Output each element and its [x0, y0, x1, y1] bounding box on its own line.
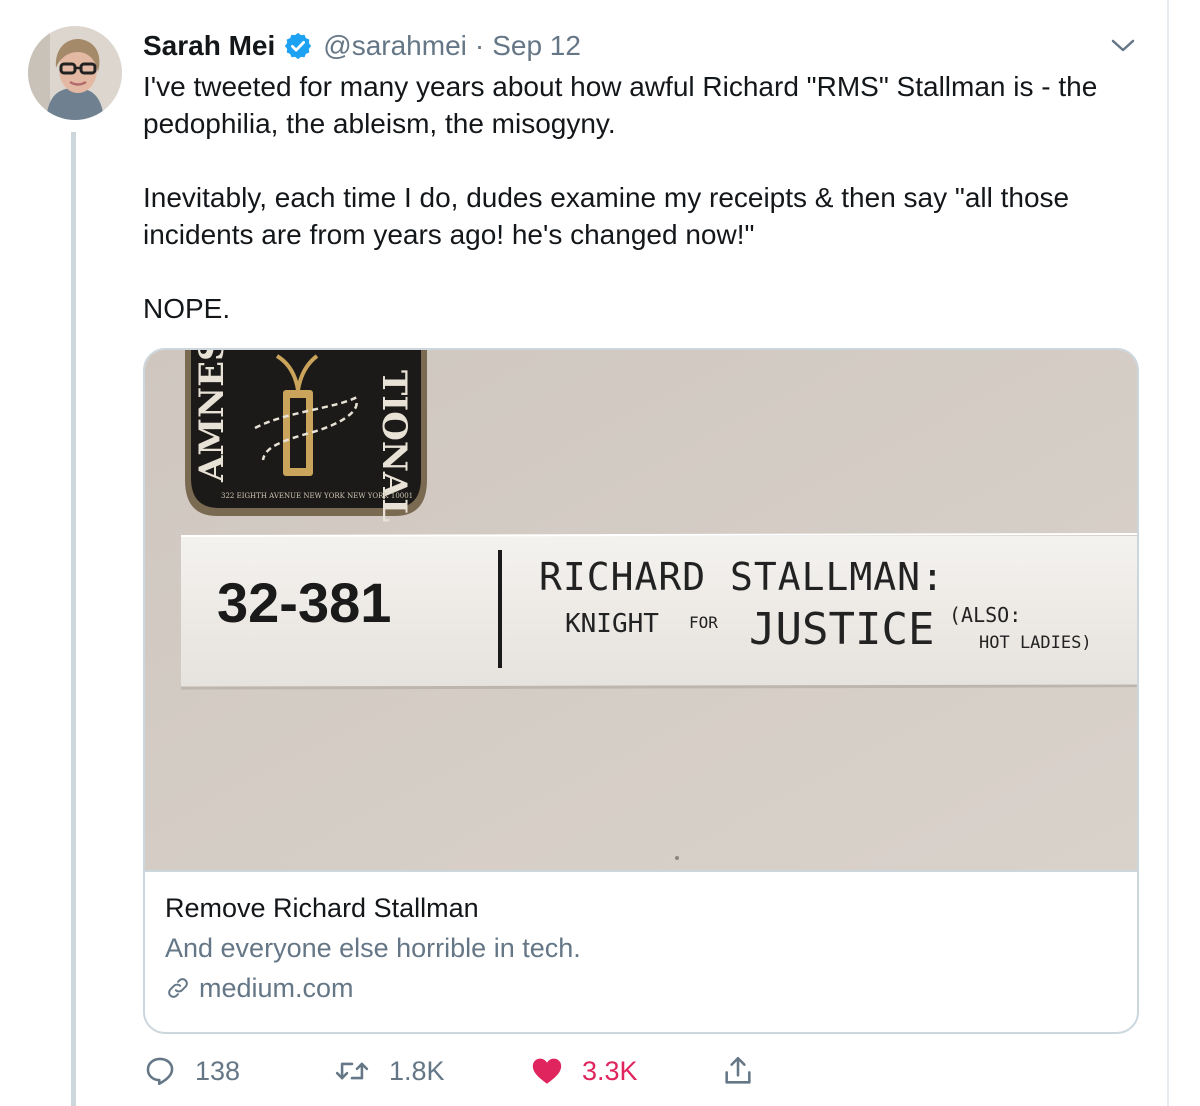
card-description: And everyone else horrible in tech.: [165, 933, 581, 963]
chevron-down-icon[interactable]: [1110, 36, 1136, 56]
retweet-button[interactable]: 1.8K: [333, 1048, 445, 1094]
heart-icon: [532, 1058, 562, 1084]
like-button[interactable]: 3.3K: [530, 1048, 638, 1094]
sign-line-3a: (ALSO:: [949, 603, 1021, 627]
tweet-text: I've tweeted for many years about how aw…: [143, 68, 1153, 327]
link-card[interactable]: AMNES TIONAL 322 EIGHTH AVENUE NEW YORK …: [143, 348, 1139, 1034]
tweet-actions: 138 1.8K 3.3K: [143, 1048, 843, 1094]
tweet-paragraph: Inevitably, each time I do, dudes examin…: [143, 182, 1070, 250]
sign-line-2c: JUSTICE: [749, 604, 934, 655]
like-count: 3.3K: [582, 1055, 638, 1086]
tweet-date[interactable]: Sep 12: [492, 30, 581, 62]
retweet-count: 1.8K: [389, 1055, 445, 1086]
link-icon: [168, 978, 188, 998]
card-body[interactable]: Remove Richard Stallman And everyone els…: [165, 888, 1115, 1008]
avatar[interactable]: [28, 26, 122, 120]
tweet-header: Sarah Mei @sarahmei · Sep 12: [143, 28, 581, 64]
card-domain: medium.com: [165, 968, 1115, 1008]
sign-line-1: RICHARD STALLMAN:: [539, 555, 945, 599]
plaque-address-text: 322 EIGHTH AVENUE NEW YORK NEW YORK 1000…: [221, 492, 413, 500]
card-domain-text: medium.com: [199, 973, 354, 1003]
share-button[interactable]: [721, 1048, 773, 1094]
sign-line-3b: HOT LADIES): [979, 633, 1092, 653]
reply-count: 138: [195, 1055, 241, 1086]
header-separator: ·: [474, 30, 485, 61]
card-image[interactable]: AMNES TIONAL 322 EIGHTH AVENUE NEW YORK …: [145, 350, 1137, 872]
reply-button[interactable]: 138: [143, 1048, 240, 1094]
avatar-photo: [28, 26, 122, 120]
plaque-left-text: AMNES: [192, 350, 232, 483]
tweet-paragraph: NOPE.: [143, 293, 231, 324]
reply-icon: [146, 1057, 174, 1086]
sign-line-2b: FOR: [689, 613, 718, 632]
author-handle[interactable]: @sarahmei: [323, 30, 467, 62]
share-icon: [725, 1056, 751, 1084]
timeline-right-border: [1167, 0, 1169, 1106]
card-title: Remove Richard Stallman: [165, 893, 479, 923]
room-number: 32-381: [217, 571, 391, 634]
door-sign-photo: AMNES TIONAL 322 EIGHTH AVENUE NEW YORK …: [145, 350, 1137, 870]
author-name[interactable]: Sarah Mei: [143, 30, 275, 62]
tweet-paragraph: I've tweeted for many years about how aw…: [143, 71, 1098, 139]
sign-line-2a: KNIGHT: [565, 609, 659, 639]
thread-connector-line: [71, 132, 76, 1106]
verified-badge-icon: [283, 31, 313, 61]
retweet-icon: [335, 1062, 369, 1080]
